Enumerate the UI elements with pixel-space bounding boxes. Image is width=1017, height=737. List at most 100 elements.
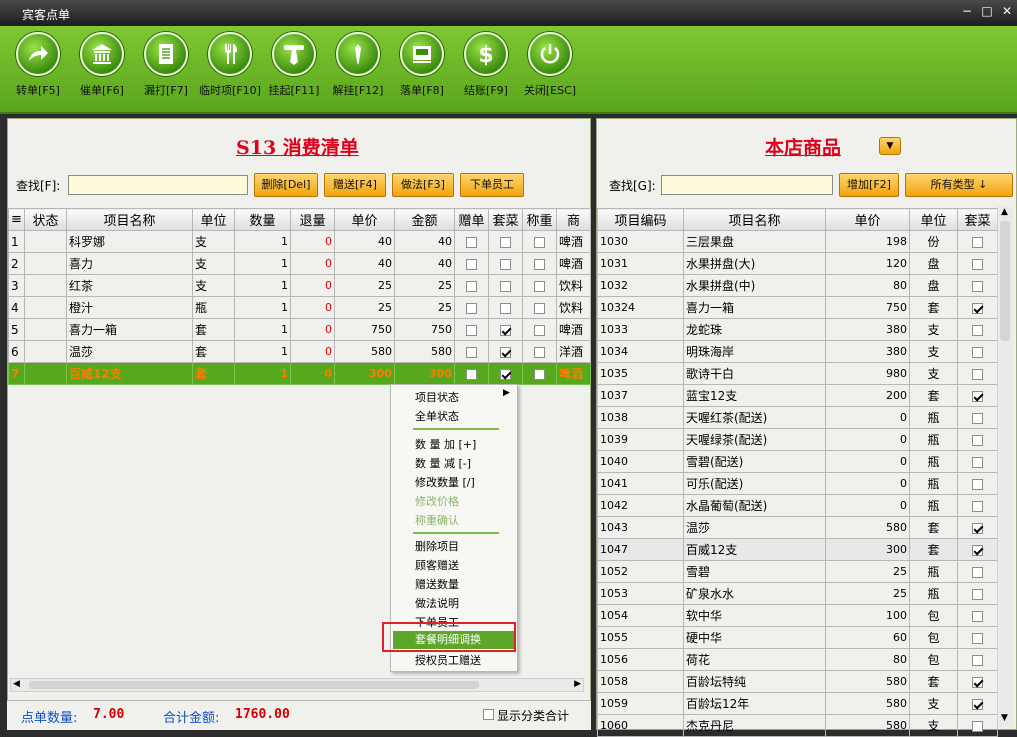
table-row[interactable]: 4 橙汁瓶 1 0 25 25 饮料 xyxy=(8,296,591,319)
table-row[interactable]: 1 科罗娜支 1 0 40 40 啤酒 xyxy=(8,230,591,253)
product-set-checkbox[interactable] xyxy=(972,324,983,336)
column-header[interactable]: 金额 xyxy=(394,208,455,231)
column-header[interactable]: 套菜 xyxy=(957,208,998,231)
table-row[interactable]: 5 喜力一箱套 1 0 750 750 啤酒 xyxy=(8,318,591,341)
table-row[interactable]: 1035 歌诗干白 980 支 xyxy=(597,362,998,385)
column-header[interactable]: 项目名称 xyxy=(66,208,193,231)
order-search-input[interactable] xyxy=(68,175,248,195)
column-header[interactable]: 单价 xyxy=(825,208,910,231)
product-set-checkbox[interactable] xyxy=(972,412,983,424)
rush-order-button[interactable]: 催单[F6] xyxy=(70,32,134,98)
table-row[interactable]: 1060 杰克丹尼 580 支 xyxy=(597,714,998,737)
product-set-checkbox[interactable] xyxy=(972,698,983,710)
product-set-checkbox[interactable] xyxy=(972,390,983,402)
minimize-icon[interactable]: − xyxy=(960,4,974,18)
gift-checkbox[interactable] xyxy=(466,302,477,314)
column-header[interactable]: 称重 xyxy=(522,208,557,231)
table-row[interactable]: 1033 龙蛇珠 380 支 xyxy=(597,318,998,341)
menu-item-gift-qty[interactable]: 赠送数量 xyxy=(415,576,459,592)
scroll-up-icon[interactable]: ▲ xyxy=(1001,207,1008,217)
table-row[interactable]: 1058 百龄坛特纯 580 套 xyxy=(597,670,998,693)
show-category-checkbox[interactable] xyxy=(483,709,494,720)
table-row[interactable]: 1047 百威12支 300 套 xyxy=(597,538,998,561)
product-set-checkbox[interactable] xyxy=(972,434,983,446)
vertical-scrollbar[interactable]: ▲ ▼ xyxy=(997,207,1013,727)
horizontal-scrollbar[interactable]: ◀ ▶ xyxy=(10,678,584,692)
product-set-checkbox[interactable] xyxy=(972,478,983,490)
product-set-checkbox[interactable] xyxy=(972,544,983,556)
close-window-icon[interactable]: ✕ xyxy=(1000,4,1014,18)
gift-checkbox[interactable] xyxy=(466,368,477,380)
product-set-checkbox[interactable] xyxy=(972,302,983,314)
table-row[interactable]: 1032 水果拼盘(中) 80 盘 xyxy=(597,274,998,297)
place-order-button[interactable]: 落单[F8] xyxy=(390,32,454,98)
table-row[interactable]: 1041 可乐(配送) 0 瓶 xyxy=(597,472,998,495)
product-set-checkbox[interactable] xyxy=(972,280,983,292)
missed-print-button[interactable]: 漏打[F7] xyxy=(134,32,198,98)
table-row[interactable]: 1039 天喔绿茶(配送) 0 瓶 xyxy=(597,428,998,451)
weigh-checkbox[interactable] xyxy=(534,280,545,292)
table-row[interactable]: 10324 喜力一箱 750 套 xyxy=(597,296,998,319)
scroll-left-icon[interactable]: ◀ xyxy=(13,679,20,689)
column-header[interactable]: 赠单 xyxy=(454,208,489,231)
column-header[interactable]: 单位 xyxy=(192,208,235,231)
gift-checkbox[interactable] xyxy=(466,280,477,292)
product-set-checkbox[interactable] xyxy=(972,346,983,358)
column-header[interactable]: 单价 xyxy=(334,208,395,231)
unhang-order-button[interactable]: 解挂[F12] xyxy=(326,32,390,98)
table-row[interactable]: 1043 温莎 580 套 xyxy=(597,516,998,539)
set-menu-checkbox[interactable] xyxy=(500,280,511,292)
set-menu-checkbox[interactable] xyxy=(500,368,511,380)
gift-checkbox[interactable] xyxy=(466,324,477,336)
all-types-dropdown[interactable]: 所有类型 ↓ xyxy=(905,173,1013,197)
gift-checkbox[interactable] xyxy=(466,258,477,270)
table-row[interactable]: 1037 蓝宝12支 200 套 xyxy=(597,384,998,407)
product-set-checkbox[interactable] xyxy=(972,566,983,578)
weigh-checkbox[interactable] xyxy=(534,236,545,248)
weigh-checkbox[interactable] xyxy=(534,258,545,270)
weigh-checkbox[interactable] xyxy=(534,324,545,336)
scroll-thumb[interactable] xyxy=(1000,221,1010,341)
set-menu-checkbox[interactable] xyxy=(500,324,511,336)
maximize-icon[interactable]: □ xyxy=(980,4,994,18)
table-row[interactable]: 1052 雪碧 25 瓶 xyxy=(597,560,998,583)
weigh-checkbox[interactable] xyxy=(534,368,545,380)
cooking-method-button[interactable]: 做法[F3] xyxy=(392,173,454,197)
menu-item-order-status[interactable]: 全单状态 xyxy=(415,408,459,424)
table-row[interactable]: 1034 明珠海岸 380 支 xyxy=(597,340,998,363)
column-header[interactable]: 数量 xyxy=(234,208,291,231)
column-header[interactable]: 状态 xyxy=(24,208,67,231)
table-row[interactable]: 1055 硬中华 60 包 xyxy=(597,626,998,649)
product-set-checkbox[interactable] xyxy=(972,654,983,666)
product-set-checkbox[interactable] xyxy=(972,522,983,534)
table-row[interactable]: 1031 水果拼盘(大) 120 盘 xyxy=(597,252,998,275)
transfer-order-button[interactable]: 转单[F5] xyxy=(6,32,70,98)
column-header[interactable]: 项目编码 xyxy=(597,208,684,231)
menu-item-auth-gift[interactable]: 授权员工赠送 xyxy=(415,652,481,668)
gift-button[interactable]: 赠送[F4] xyxy=(324,173,386,197)
table-row[interactable]: 2 喜力支 1 0 40 40 啤酒 xyxy=(8,252,591,275)
menu-item-status[interactable]: 项目状态 xyxy=(415,389,459,405)
product-set-checkbox[interactable] xyxy=(972,610,983,622)
category-dropdown-icon[interactable]: ▼ xyxy=(879,137,901,155)
menu-item-customer-gift[interactable]: 顾客赠送 xyxy=(415,557,459,573)
set-menu-checkbox[interactable] xyxy=(500,258,511,270)
column-header[interactable]: 商 xyxy=(556,208,591,231)
order-staff-button[interactable]: 下单员工 xyxy=(460,173,524,197)
table-row[interactable]: 1030 三层果盘 198 份 xyxy=(597,230,998,253)
table-row[interactable]: 3 红茶支 1 0 25 25 饮料 xyxy=(8,274,591,297)
add-product-button[interactable]: 增加[F2] xyxy=(839,173,899,197)
column-header[interactable]: 单位 xyxy=(909,208,958,231)
product-set-checkbox[interactable] xyxy=(972,258,983,270)
column-header[interactable]: 退量 xyxy=(290,208,335,231)
product-set-checkbox[interactable] xyxy=(972,676,983,688)
temp-item-button[interactable]: 临时项[F10] xyxy=(198,32,262,98)
column-header[interactable]: ≡ xyxy=(8,208,25,231)
set-menu-checkbox[interactable] xyxy=(500,236,511,248)
checkout-button[interactable]: $ 结账[F9] xyxy=(454,32,518,98)
scroll-thumb[interactable] xyxy=(29,681,479,689)
table-row[interactable]: 1059 百龄坛12年 580 支 xyxy=(597,692,998,715)
close-button[interactable]: 关闭[ESC] xyxy=(518,32,582,98)
menu-item-edit-qty[interactable]: 修改数量 [/] xyxy=(415,474,475,490)
product-set-checkbox[interactable] xyxy=(972,632,983,644)
